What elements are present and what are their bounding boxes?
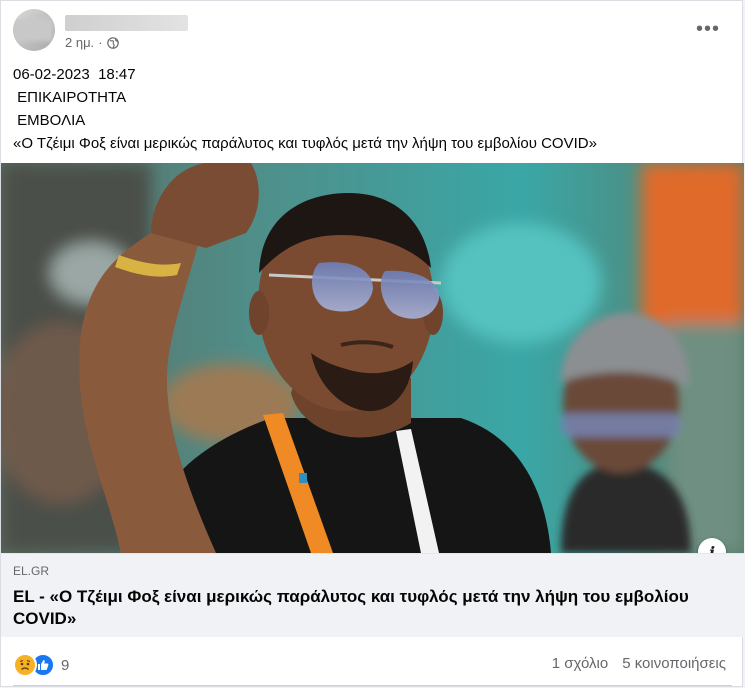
- comments-count[interactable]: 1 σχόλιο: [552, 655, 608, 672]
- shares-count[interactable]: 5 κοινοποιήσεις: [622, 655, 726, 672]
- link-domain: EL.GR: [13, 564, 50, 578]
- post-text-line: ΕΜΒΟΛΙΑ: [13, 112, 86, 129]
- author-avatar[interactable]: [13, 9, 55, 51]
- post-text-line: ΕΠΙΚΑΙΡΟΤΗΤΑ: [13, 89, 127, 106]
- post-header: 2 ημ. · •••: [1, 1, 744, 59]
- link-preview-box[interactable]: EL.GR EL - «Ο Τζέιμι Φοξ είναι μερικώς π…: [1, 553, 744, 637]
- facebook-post-card: 2 ημ. · ••• 06-02-2023 18:47 ΕΠΙΚΑΙΡΟΤΗΤ…: [0, 0, 744, 688]
- photo-scene: [1, 163, 744, 553]
- sad-reaction-icon: [13, 653, 37, 677]
- post-text-line: 06-02-2023 18:47: [13, 66, 136, 83]
- more-options-icon[interactable]: •••: [690, 15, 726, 43]
- reactions-summary[interactable]: 9: [13, 653, 69, 677]
- post-text: 06-02-2023 18:47 ΕΠΙΚΑΙΡΟΤΗΤΑ ΕΜΒΟΛΙΑ «Ο…: [13, 63, 597, 155]
- post-stats: 1 σχόλιο 5 κοινοποιήσεις: [552, 655, 726, 672]
- author-name-redacted[interactable]: [65, 15, 188, 31]
- post-time[interactable]: 2 ημ.: [65, 35, 94, 50]
- post-text-line: «Ο Τζέιμι Φοξ είναι μερικώς παράλυτος κα…: [13, 135, 597, 152]
- reaction-count: 9: [61, 656, 70, 674]
- divider: [13, 685, 732, 686]
- globe-icon: [106, 36, 119, 49]
- link-preview-image[interactable]: [1, 163, 744, 553]
- link-title[interactable]: EL - «Ο Τζέιμι Φοξ είναι μερικώς παράλυτ…: [13, 586, 713, 630]
- post-footer: 9 1 σχόλιο 5 κοινοποιήσεις: [1, 637, 744, 688]
- post-meta: 2 ημ. ·: [65, 35, 119, 50]
- meta-separator: ·: [98, 35, 103, 50]
